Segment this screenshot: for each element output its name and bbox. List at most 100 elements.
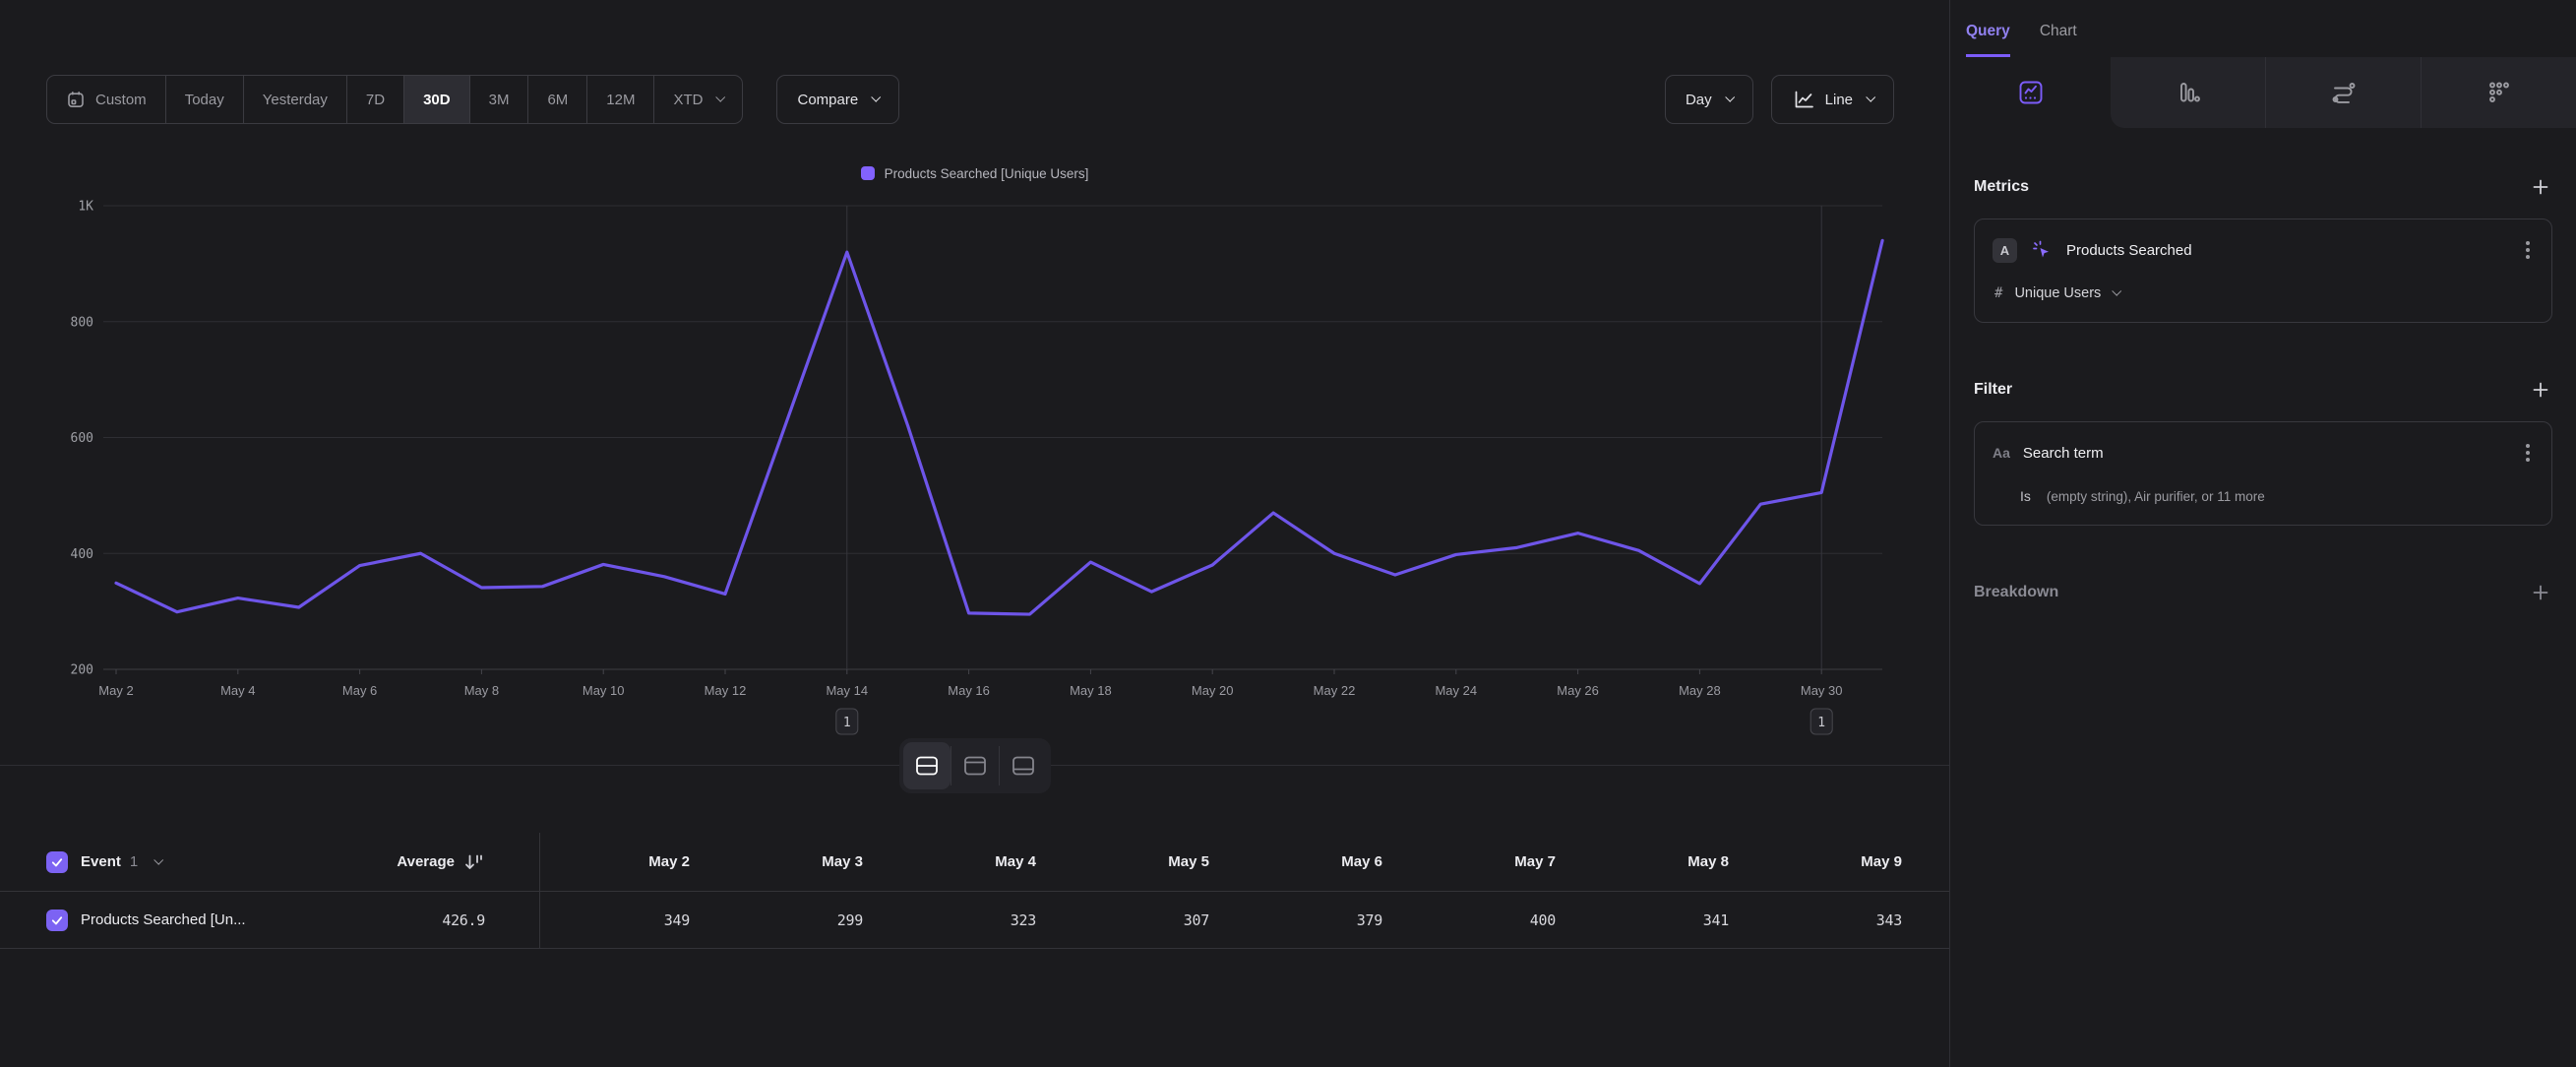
row-checkbox[interactable] [46,910,68,931]
table-col-header: May 3 [690,853,863,870]
date-range-segmented-control: Custom Today Yesterday 7D 30D 3M 6M 12M … [46,75,743,124]
tab-query[interactable]: Query [1966,23,2010,57]
table-cell: 299 [690,911,863,929]
table-cell: 323 [863,911,1036,929]
filter-card[interactable]: Aa Search term Is (empty string), Air pu… [1974,421,2552,526]
range-label: 7D [366,92,385,108]
filter-section-header: Filter [1974,378,2552,402]
table-cell: 379 [1209,911,1382,929]
add-metric-button[interactable] [2529,175,2552,199]
table-cell: 343 [1729,911,1902,929]
x-axis-label: May 10 [583,683,625,698]
event-cursor-click-icon [2030,238,2054,262]
range-label: Yesterday [263,92,328,108]
filter-operator[interactable]: Is [2020,488,2031,504]
chevron-down-icon [871,93,881,102]
table-row[interactable]: Products Searched [Un... 426.9 349 299 3… [0,892,1949,949]
table-col-header: May 4 [863,853,1036,870]
average-header-cell[interactable]: Average [312,852,485,872]
average-header-label: Average [397,853,455,870]
event-name: Products Searched [Un... [81,911,246,928]
metric-name[interactable]: Products Searched [2066,242,2509,259]
view-tab-funnels[interactable] [2111,57,2265,128]
add-breakdown-button[interactable] [2529,581,2552,604]
table-col-header: May 9 [1729,853,1902,870]
x-axis-label: May 14 [826,683,868,698]
chart-only-icon [963,755,987,777]
select-all-checkbox[interactable] [46,851,68,873]
calendar-icon [66,90,86,109]
y-axis-label: 1K [78,200,93,215]
view-tab-retention[interactable] [2421,57,2576,128]
x-axis-label: May 16 [948,683,990,698]
chevron-down-icon[interactable] [153,854,163,864]
sidebar-tabs: Query Chart [1950,0,2576,57]
line-chart[interactable]: 1K800600400200May 2May 4May 6May 8May 10… [0,189,1949,740]
view-tab-flows[interactable] [2265,57,2421,128]
string-type-icon: Aa [1993,445,2010,461]
table-cell: 341 [1556,911,1729,929]
split-view-icon [915,755,939,777]
series-line[interactable] [116,240,1882,614]
layout-chart-only-button[interactable] [951,742,999,789]
breakdown-title: Breakdown [1974,584,2058,601]
y-axis-label: 800 [71,315,93,330]
range-12m-button[interactable]: 12M [586,76,653,123]
metric-card[interactable]: A Products Searched # Unique Users [1974,219,2552,323]
compare-button[interactable]: Compare [776,75,899,124]
report-type-tabs-rest [2111,57,2576,128]
hash-icon: # [1994,285,2002,301]
date-range-group: Custom Today Yesterday 7D 30D 3M 6M 12M … [46,75,899,124]
breakdown-section-header: Breakdown [1974,581,2552,604]
legend-label[interactable]: Products Searched [Unique Users] [885,166,1089,181]
tab-chart[interactable]: Chart [2040,23,2077,57]
metric-options-kebab-icon[interactable] [2522,237,2534,263]
y-axis-label: 600 [71,431,93,446]
metric-measure-row: # Unique Users [1993,282,2534,304]
filter-condition-row: Is (empty string), Air purifier, or 11 m… [1993,485,2534,507]
view-tab-insights[interactable] [1950,57,2111,128]
x-axis-label: May 30 [1801,683,1843,698]
chart-table-divider [0,765,1949,766]
x-axis-label: May 8 [464,683,499,698]
granularity-dropdown[interactable]: Day [1665,75,1753,124]
x-axis-label: May 28 [1679,683,1721,698]
table-cell: 349 [540,911,690,929]
range-custom-button[interactable]: Custom [47,76,165,123]
layout-split-view-button[interactable] [903,742,951,789]
results-table: Event 1 Average May 2 May 3 May 4 [0,833,1949,949]
measure-selector[interactable]: Unique Users [2014,285,2101,301]
range-label: 30D [423,92,451,108]
filter-title: Filter [1974,381,2012,399]
insights-icon [2017,79,2045,106]
legend-swatch[interactable] [861,166,875,180]
range-3m-button[interactable]: 3M [469,76,528,123]
table-col-header: May 7 [1382,853,1556,870]
range-today-button[interactable]: Today [165,76,243,123]
range-yesterday-button[interactable]: Yesterday [243,76,346,123]
chart-type-dropdown[interactable]: Line [1771,75,1894,124]
metrics-title: Metrics [1974,178,2029,196]
chevron-down-icon [1866,93,1875,102]
range-6m-button[interactable]: 6M [527,76,586,123]
layout-table-only-button[interactable] [1000,742,1047,789]
query-sidebar: Query Chart [1949,0,2576,1067]
main-panel: Custom Today Yesterday 7D 30D 3M 6M 12M … [0,0,1949,1067]
table-col-header: May 6 [1209,853,1382,870]
chart-legend: Products Searched [Unique Users] [0,163,1949,183]
chevron-down-icon [2113,286,2122,296]
y-axis-label: 200 [71,663,93,678]
range-xtd-button[interactable]: XTD [653,76,742,123]
granularity-label: Day [1686,92,1712,108]
funnels-icon [2175,79,2202,106]
layout-toggle-group [899,738,1051,793]
filter-property-name[interactable]: Search term [2023,445,2509,462]
line-chart-icon [1792,88,1815,111]
event-count: 1 [130,853,138,870]
table-cell: 307 [1036,911,1209,929]
filter-value[interactable]: (empty string), Air purifier, or 11 more [2047,489,2265,504]
add-filter-button[interactable] [2529,378,2552,402]
range-7d-button[interactable]: 7D [346,76,403,123]
filter-options-kebab-icon[interactable] [2522,440,2534,466]
range-30d-button[interactable]: 30D [403,76,469,123]
